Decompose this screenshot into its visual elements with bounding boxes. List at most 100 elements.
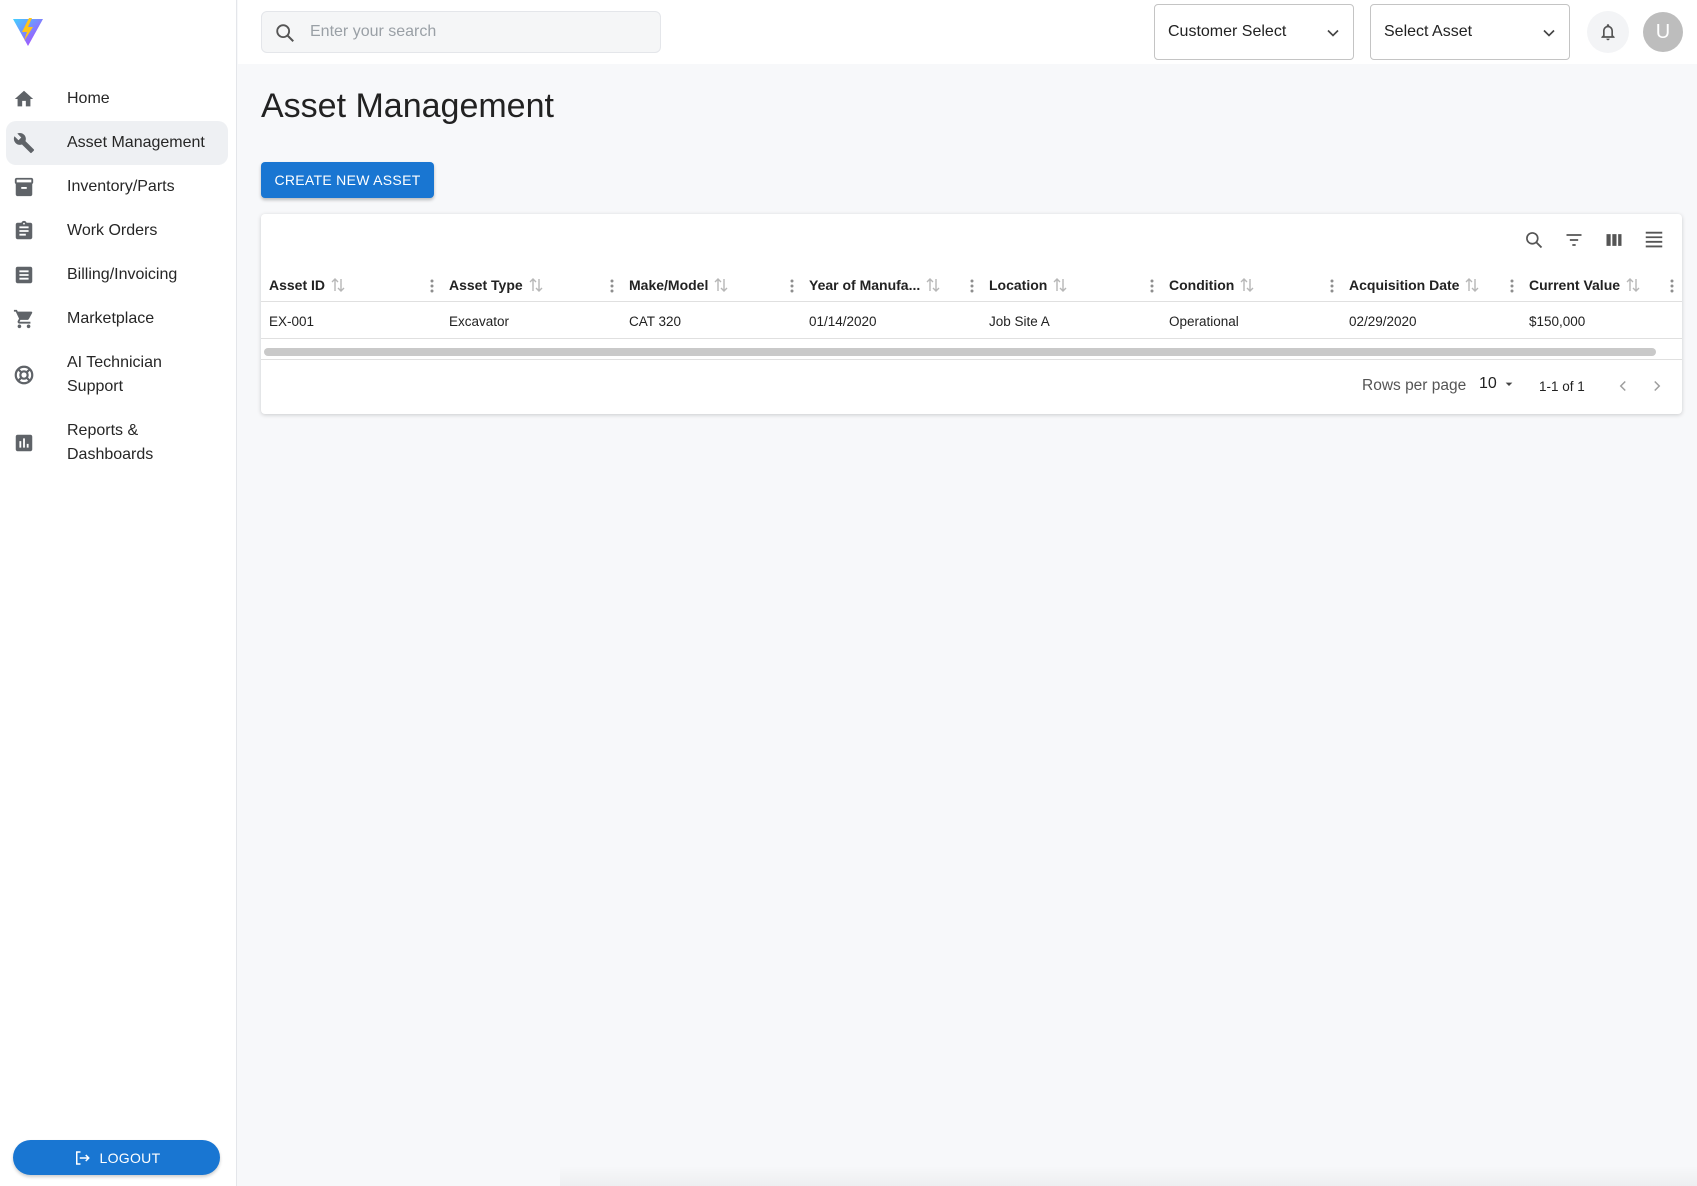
notifications-button[interactable] [1587,11,1629,53]
create-new-asset-button[interactable]: CREATE NEW ASSET [261,162,434,198]
sidebar-item-label: AI Technician Support [67,354,162,395]
clipboard-icon [12,219,36,243]
more-vertical-icon[interactable] [965,277,979,295]
columns-icon[interactable] [1602,228,1626,252]
sidebar-item-reports-dashboards[interactable]: Reports & Dashboards [6,409,228,477]
grid-footer: Rows per page 10 1-1 of 1 [261,360,1682,414]
sidebar-item-marketplace[interactable]: Marketplace [6,297,228,341]
column-header-label: Make/Model [629,277,709,293]
rows-per-page-value: 10 [1479,375,1497,392]
column-header-label: Acquisition Date [1349,277,1460,293]
sidebar-item-inventory-parts[interactable]: Inventory/Parts [6,165,228,209]
sort-icon[interactable] [1626,277,1640,293]
sidebar-nav: Home Asset Management Inventory/Parts Wo… [6,77,228,477]
more-vertical-icon[interactable] [425,277,439,295]
column-header-label: Location [989,277,1048,293]
more-vertical-icon[interactable] [1665,277,1679,295]
home-icon [12,87,36,111]
sidebar-item-asset-management[interactable]: Asset Management [6,121,228,165]
more-vertical-icon[interactable] [1325,277,1339,295]
page-title: Asset Management [261,87,554,125]
table-row[interactable]: EX-001 Excavator CAT 320 01/14/2020 Job … [261,303,1682,339]
table-cell: $150,000 [1529,313,1586,329]
wrench-icon [12,131,36,155]
previous-page-button[interactable] [1610,373,1636,399]
search-input[interactable] [310,12,650,52]
table-cell: Excavator [449,313,510,329]
table-cell: 02/29/2020 [1349,313,1417,329]
logout-icon [75,1150,90,1165]
column-header[interactable]: Make/Model [629,268,797,302]
column-header-label: Current Value [1529,277,1621,293]
column-header[interactable]: Current Value [1529,268,1677,302]
sidebar: Home Asset Management Inventory/Parts Wo… [0,0,237,1186]
sort-icon[interactable] [1465,277,1479,293]
sidebar-item-ai-technician-support[interactable]: AI Technician Support [6,341,228,409]
column-header-label: Condition [1169,277,1235,293]
sidebar-item-home[interactable]: Home [6,77,228,121]
logout-button[interactable]: LOGOUT [13,1140,220,1175]
customer-select[interactable]: Customer Select [1154,4,1354,60]
column-header[interactable]: Year of Manufa... [809,268,977,302]
more-vertical-icon[interactable] [1505,277,1519,295]
rows-per-page-select[interactable]: 10 [1479,375,1517,393]
sidebar-item-label: Billing/Invoicing [67,266,178,283]
column-header[interactable]: Asset ID [269,268,437,302]
lifebuoy-icon [12,363,36,387]
table-cell: Operational [1169,313,1239,329]
sort-icon[interactable] [1240,277,1254,293]
sort-icon[interactable] [331,277,345,293]
sort-icon[interactable] [1053,277,1067,293]
more-vertical-icon[interactable] [605,277,619,295]
bottom-edge-shadow [560,1166,1697,1186]
sidebar-item-label: Inventory/Parts [67,178,175,195]
sidebar-item-label: Work Orders [67,222,158,239]
pagination-range: 1-1 of 1 [1539,379,1585,394]
asset-data-grid: Asset ID Asset Type Make/Model Year of M… [261,214,1682,414]
horizontal-scrollbar[interactable] [264,348,1656,356]
receipt-icon [12,263,36,287]
avatar-initial: U [1655,20,1671,43]
chevron-right-icon [1654,380,1661,392]
table-cell: CAT 320 [629,313,682,329]
app-logo[interactable] [11,15,45,49]
bell-icon [1601,24,1615,41]
next-page-button[interactable] [1644,373,1670,399]
rows-per-page-label: Rows per page [1362,377,1467,394]
sidebar-item-label: Marketplace [67,310,155,327]
cart-icon [12,307,36,331]
archive-icon [12,175,36,199]
asset-select-value: Select Asset [1384,23,1473,40]
grid-toolbar [1522,228,1666,252]
sidebar-item-work-orders[interactable]: Work Orders [6,209,228,253]
column-header[interactable]: Acquisition Date [1349,268,1517,302]
more-vertical-icon[interactable] [1145,277,1159,295]
density-icon[interactable] [1642,228,1666,252]
sort-icon[interactable] [926,277,940,293]
search-icon[interactable] [1522,228,1546,252]
table-cell: 01/14/2020 [809,313,877,329]
avatar[interactable]: U [1643,12,1683,52]
search-box[interactable] [261,11,661,53]
filter-icon[interactable] [1562,228,1586,252]
top-bar: Customer Select Select Asset U [238,0,1697,64]
column-header[interactable]: Condition [1169,268,1337,302]
chevron-down-icon [1323,23,1343,43]
sort-icon[interactable] [529,277,543,293]
logout-label: LOGOUT [99,1149,161,1166]
table-cell: EX-001 [269,313,315,329]
column-header-label: Year of Manufa... [809,277,921,293]
caret-down-icon [1505,382,1513,386]
sort-icon[interactable] [714,277,728,293]
column-header[interactable]: Location [989,268,1157,302]
column-header[interactable]: Asset Type [449,268,617,302]
table-cell: Job Site A [989,313,1050,329]
more-vertical-icon[interactable] [785,277,799,295]
sidebar-item-billing-invoicing[interactable]: Billing/Invoicing [6,253,228,297]
sidebar-item-label: Asset Management [67,134,205,151]
sidebar-item-label: Home [67,90,110,107]
column-header-label: Asset ID [269,277,326,293]
customer-select-value: Customer Select [1168,23,1287,40]
asset-select[interactable]: Select Asset [1370,4,1570,60]
column-header-label: Asset Type [449,277,523,293]
